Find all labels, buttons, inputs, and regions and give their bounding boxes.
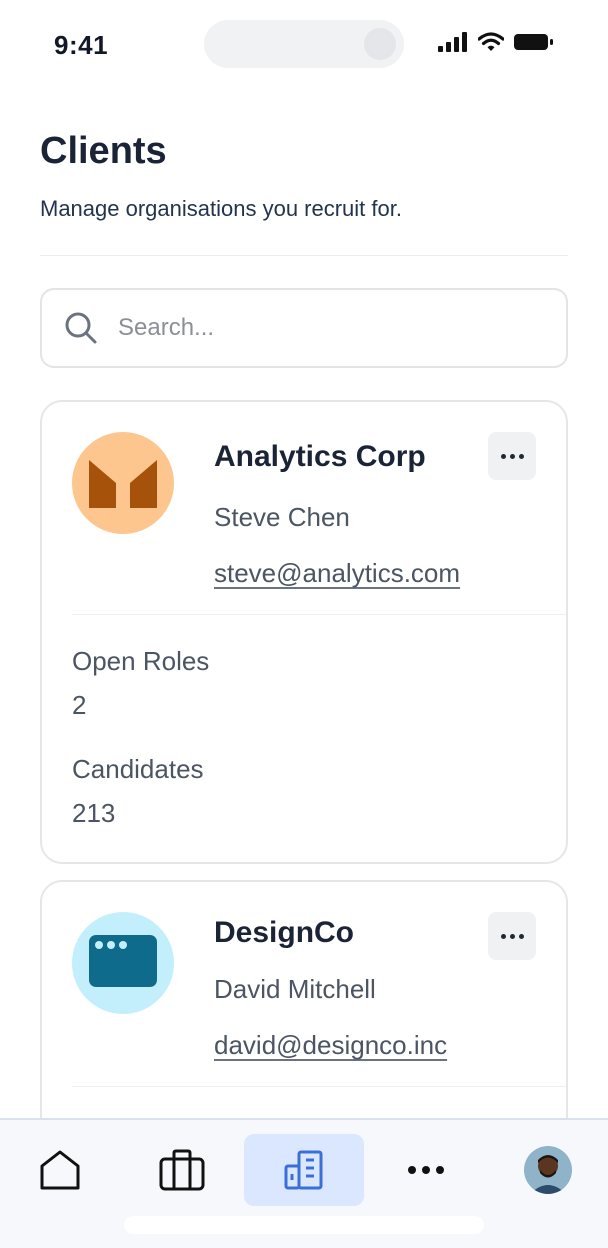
bottom-navigation bbox=[0, 1118, 608, 1248]
client-logo bbox=[72, 912, 174, 1014]
nav-more[interactable] bbox=[366, 1134, 486, 1206]
status-time: 9:41 bbox=[54, 30, 109, 60]
client-email-link[interactable]: steve@analytics.com bbox=[214, 558, 460, 589]
camera-dot bbox=[364, 28, 396, 60]
home-indicator bbox=[124, 1216, 484, 1234]
header-divider bbox=[40, 255, 568, 256]
page-subtitle: Manage organisations you recruit for. bbox=[40, 196, 402, 221]
open-roles-value: 2 bbox=[72, 690, 87, 720]
page-title: Clients bbox=[40, 130, 167, 172]
briefcase-icon bbox=[159, 1149, 205, 1191]
dot-icon bbox=[500, 453, 506, 459]
client-contact: David Mitchell bbox=[214, 974, 376, 1004]
search-icon bbox=[65, 312, 97, 344]
client-name: DesignCo bbox=[214, 916, 355, 949]
dot-icon bbox=[518, 453, 524, 459]
client-contact: Steve Chen bbox=[214, 502, 350, 532]
nav-profile[interactable] bbox=[488, 1134, 608, 1206]
dot-icon bbox=[509, 453, 515, 459]
signal-icon bbox=[438, 32, 467, 52]
card-divider bbox=[72, 1086, 566, 1087]
card-divider bbox=[72, 614, 566, 615]
avatar bbox=[524, 1146, 572, 1194]
home-icon bbox=[40, 1150, 80, 1190]
building-icon bbox=[284, 1150, 323, 1190]
battery-icon bbox=[514, 34, 553, 50]
search-input[interactable] bbox=[118, 314, 518, 342]
open-roles-label: Open Roles bbox=[72, 646, 210, 676]
more-options-button[interactable] bbox=[488, 912, 536, 960]
nav-home[interactable] bbox=[0, 1134, 120, 1206]
candidates-label: Candidates bbox=[72, 754, 204, 784]
status-icons bbox=[438, 32, 554, 52]
profile-avatar-icon bbox=[524, 1146, 572, 1194]
dot-icon bbox=[500, 933, 506, 939]
client-logo bbox=[72, 432, 174, 534]
more-horizontal-icon bbox=[408, 1166, 444, 1174]
client-name: Analytics Corp bbox=[214, 440, 426, 473]
nav-clients[interactable] bbox=[244, 1134, 364, 1206]
status-bar: 9:41 bbox=[0, 0, 608, 88]
designco-logo-icon bbox=[89, 935, 157, 987]
candidates-value: 213 bbox=[72, 798, 116, 828]
client-email-link[interactable]: david@designco.inc bbox=[214, 1030, 447, 1061]
dot-icon bbox=[518, 933, 524, 939]
client-card[interactable]: Analytics Corp Steve Chen steve@analytic… bbox=[40, 400, 568, 864]
nav-jobs[interactable] bbox=[122, 1134, 242, 1206]
dynamic-island bbox=[204, 20, 404, 68]
analytics-corp-logo-icon bbox=[89, 460, 157, 508]
search-box[interactable] bbox=[40, 288, 568, 368]
wifi-icon bbox=[478, 32, 504, 51]
dot-icon bbox=[509, 933, 515, 939]
more-options-button[interactable] bbox=[488, 432, 536, 480]
